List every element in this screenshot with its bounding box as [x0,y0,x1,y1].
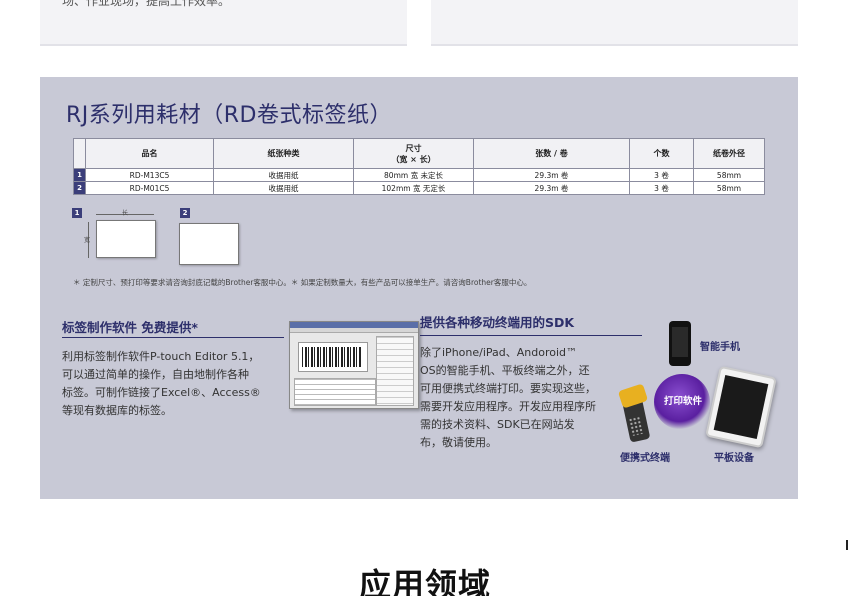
table-cell: 102mm 宽 无定长 [353,181,474,195]
table-header-row: 品名 纸张种类 尺寸 （宽 × 长） 张数 / 卷 个数 纸卷外径 [73,138,765,169]
software-section-rule [62,337,284,338]
software-line: 等现有数据库的标签。 [62,404,172,417]
diagram-badge-1: 1 [72,208,82,218]
sdk-line: 需的技术资料、SDK已在网站发 [420,418,575,431]
table-header: 尺寸 （宽 × 长） [353,138,474,169]
smartphone-icon [669,321,691,366]
software-line: 标签。可制作链接了Excel®、Access® [62,386,261,399]
top-card-left: 场、作业现场，提高工作效率。 [40,0,407,46]
custom-order-note: ＊ 定制尺寸、预打印等要求请咨询封底记载的Brother客服中心。＊ 如果定制数… [73,278,532,287]
consumables-panel: RJ系列用耗材（RD卷式标签纸） 品名 纸张种类 尺寸 （宽 × 长） 张数 /… [40,77,798,499]
table-row: 2 RD-M01C5 收据用纸 102mm 宽 无定长 29.3m 卷 3 卷 … [73,181,765,195]
table-header: 纸张种类 [213,138,354,169]
row-number-badge: 2 [73,181,86,195]
section-heading-applications: 应用领域 [358,566,491,596]
row-number-badge: 1 [73,168,86,182]
software-section-body: 利用标签制作软件P-touch Editor 5.1， 可以通过简单的操作，自由… [62,348,292,420]
table-cell: 3 卷 [629,181,694,195]
panel-title: RJ系列用耗材（RD卷式标签纸） [66,103,393,128]
table-cell: 58mm [693,168,765,182]
table-header: 品名 [85,138,214,169]
width-dimension-label: 长 [122,210,129,217]
table-header: 个数 [629,138,694,169]
label-shape-continuous [179,223,239,265]
ptouch-editor-screenshot [289,321,419,409]
table-cell: 收据用纸 [213,168,354,182]
table-cell: 29.3m 卷 [473,168,630,182]
table-header-blank [73,138,86,169]
software-line: 可以通过简单的操作，自由地制作各种 [62,368,249,381]
sdk-line: 布，敬请使用。 [420,436,497,449]
smartphone-label: 智能手机 [700,342,740,353]
handheld-terminal-icon [617,383,656,443]
print-software-label: 打印软件 [663,396,702,407]
sdk-line: 除了iPhone/iPad、Andoroid™ [420,346,578,359]
table-cell: RD-M01C5 [85,181,214,195]
sdk-line: 可用便携式终端打印。要实现这些， [420,382,596,395]
table-cell: RD-M13C5 [85,168,214,182]
sdk-line: OS的智能手机、平板终端之外，还 [420,364,590,377]
table-row: 1 RD-M13C5 收据用纸 80mm 宽 未定长 29.3m 卷 3 卷 5… [73,168,765,182]
edge-mark [846,540,848,550]
top-card-right [431,0,798,46]
sdk-section-rule [420,335,642,336]
table-header: 张数 / 卷 [473,138,630,169]
software-section-title: 标签制作软件 免费提供* [62,320,198,335]
table-cell: 58mm [693,181,765,195]
table-cell: 80mm 宽 未定长 [353,168,474,182]
table-cell: 29.3m 卷 [473,181,630,195]
table-cell: 收据用纸 [213,181,354,195]
tablet-label: 平板设备 [714,453,754,464]
tablet-icon [705,365,777,449]
table-cell: 3 卷 [629,168,694,182]
table-header: 纸卷外径 [693,138,765,169]
sdk-line: 需要开发应用程序。开发应用程序所 [420,400,596,413]
top-card-partial-text: 场、作业现场，提高工作效率。 [62,0,231,8]
label-shape-die-cut [96,220,156,258]
consumables-table: 品名 纸张种类 尺寸 （宽 × 长） 张数 / 卷 个数 纸卷外径 1 RD-M… [73,138,765,195]
handheld-terminal-label: 便携式终端 [620,453,670,464]
sdk-section-body: 除了iPhone/iPad、Andoroid™ OS的智能手机、平板终端之外，还… [420,344,650,452]
diagram-badge-2: 2 [180,208,190,218]
height-dimension-label: 宽 [84,237,91,244]
sdk-section-title: 提供各种移动终端用的SDK [420,315,575,330]
software-line: 利用标签制作软件P-touch Editor 5.1， [62,350,260,363]
